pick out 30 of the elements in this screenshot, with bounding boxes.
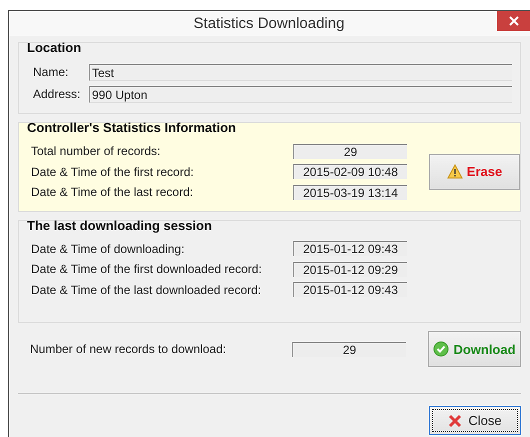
field-label: Date & Time of the first record: — [31, 164, 195, 179]
field-label: Date & Time of the first downloaded record: — [31, 262, 263, 276]
text-field[interactable]: Test — [89, 64, 512, 80]
group-title: Controller's Statistics Information — [26, 120, 237, 135]
value-field: 2015-02-09 10:48 — [293, 164, 407, 180]
window-title: Statistics Downloading — [194, 15, 344, 32]
field-label: Number of new records to download: — [30, 342, 228, 356]
value-field: 2015-01-12 09:43 — [293, 282, 407, 298]
warning-icon — [446, 164, 463, 180]
value-field: 2015-01-12 09:29 — [293, 262, 407, 277]
field-label: Date & Time of the last downloaded record: — [31, 282, 262, 297]
value-field: 2015-01-12 09:43 — [293, 241, 407, 256]
close-button[interactable]: Close — [429, 406, 521, 435]
close-icon — [448, 414, 462, 428]
value-field: 2015-03-19 13:14 — [293, 184, 407, 200]
value-field: 29 — [293, 144, 407, 159]
close-button[interactable] — [497, 11, 530, 31]
group-title: The last downloading session — [26, 218, 213, 232]
close-icon — [508, 15, 520, 27]
field-label: Name: — [33, 65, 70, 79]
download-button[interactable]: Download — [428, 331, 521, 367]
group-title: Location — [26, 40, 82, 55]
field-label: Date & Time of the last record: — [31, 185, 194, 200]
field-label: Date & Time of downloading: — [31, 242, 186, 256]
field-label: Total number of records: — [31, 144, 162, 158]
text-field[interactable]: 990 Upton — [89, 86, 512, 102]
field-label: Address: — [33, 87, 82, 101]
erase-button[interactable]: Erase — [429, 154, 520, 190]
value-field: 29 — [292, 342, 406, 356]
check-icon — [433, 341, 450, 357]
